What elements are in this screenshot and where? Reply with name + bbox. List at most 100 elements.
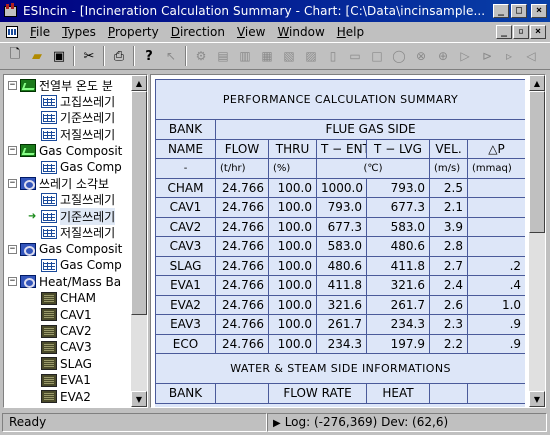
cell-thru: 100.0 (268, 255, 317, 276)
data-file-icon (41, 291, 57, 305)
cut-icon[interactable]: ✂ (78, 45, 100, 67)
data-file-icon (41, 308, 57, 322)
tree-item[interactable]: − Gas Composit (8, 143, 122, 159)
tree-item[interactable]: CHAM (28, 290, 96, 306)
table-row: CHAM 24.766 100.0 1000.0 793.0 2.5 (155, 177, 525, 198)
tree-item[interactable]: EVA2 (28, 389, 91, 405)
tree-item[interactable]: ➜ 기준쓰레기 (28, 207, 116, 225)
tree-item[interactable]: 저질쓰레기 (28, 126, 115, 142)
tree-item[interactable]: 저질쓰레기 (28, 225, 115, 241)
tree-item[interactable]: − Gas Composit (8, 241, 122, 257)
tree-scrollbar[interactable]: ▲ ▼ (131, 75, 147, 407)
component-icon[interactable]: ⊗ (410, 45, 432, 67)
component-icon[interactable]: ▧ (278, 45, 300, 67)
component-icon[interactable]: ▦ (256, 45, 278, 67)
water-flow-rate-header: FLOW RATE (268, 383, 367, 404)
menu-help[interactable]: Help (331, 25, 370, 39)
scroll-up-button[interactable]: ▲ (131, 75, 147, 91)
scroll-thumb[interactable] (529, 91, 545, 233)
table-row: ECO 24.766 100.0 234.3 197.9 2.2.9 (155, 333, 525, 354)
component-icon[interactable]: ⊕ (432, 45, 454, 67)
child-restore-button[interactable]: ▫ (513, 25, 529, 39)
menu-view[interactable]: View (231, 25, 271, 39)
component-icon[interactable]: ◁ (520, 45, 542, 67)
collapse-toggle-icon[interactable]: − (8, 80, 17, 90)
save-icon[interactable]: ▣ (48, 45, 70, 67)
collapse-toggle-icon[interactable]: − (8, 277, 17, 287)
collapse-toggle-icon[interactable]: − (8, 244, 17, 254)
component-icon[interactable]: ▷ (454, 45, 476, 67)
cell-name: CHAM (155, 177, 216, 198)
minimize-button[interactable]: _ (493, 4, 509, 18)
tree-item[interactable]: SLAG (28, 356, 92, 372)
tree-item[interactable]: 고집쓰레기 (28, 93, 115, 109)
tree-item[interactable]: EVA1 (28, 372, 91, 388)
water-bank-header: BANK (155, 383, 216, 404)
close-button[interactable]: × (531, 4, 547, 18)
menu-window[interactable]: Window (271, 25, 330, 39)
collapse-toggle-icon[interactable]: − (8, 146, 17, 156)
component-icon[interactable]: ⊳ (476, 45, 498, 67)
tree-item[interactable]: 고질쓰레기 (28, 192, 115, 208)
table-icon (41, 193, 57, 207)
menu-direction[interactable]: Direction (165, 25, 231, 39)
tree-item[interactable]: Gas Comp (28, 159, 122, 175)
cell-name: CAV3 (155, 236, 216, 257)
unit-dp: (mmaq) (466, 158, 525, 179)
new-file-icon[interactable]: 🗋 (4, 45, 26, 67)
tree-item[interactable]: − 쓰레기 소각보 (8, 175, 109, 191)
tree-item[interactable]: CAV1 (28, 307, 92, 323)
status-coordinates: ▶ Log: (-276,369) Dev: (62,6) (267, 413, 547, 432)
cell-name: EVA1 (155, 275, 216, 296)
scroll-down-button[interactable]: ▼ (529, 391, 545, 407)
component-icon[interactable]: ⚙ (190, 45, 212, 67)
scroll-down-button[interactable]: ▼ (131, 391, 147, 407)
component-icon[interactable]: ▨ (300, 45, 322, 67)
print-icon[interactable]: ⎙ (108, 45, 130, 67)
collapse-toggle-icon[interactable]: − (8, 178, 17, 188)
cell-tent: 321.6 (316, 294, 367, 315)
tree-item[interactable]: − 전열부 온도 분 (8, 77, 113, 93)
menu-property[interactable]: Property (102, 25, 165, 39)
component-icon[interactable]: □ (366, 45, 388, 67)
tree-item[interactable]: − Heat/Mass Ba (8, 274, 121, 290)
component-icon[interactable]: ▹ (498, 45, 520, 67)
component-icon[interactable]: ▯ (322, 45, 344, 67)
cell-vel: 3.9 (429, 216, 468, 237)
child-close-button[interactable]: × (530, 25, 546, 39)
cell-name: CAV2 (155, 216, 216, 237)
tree-item[interactable]: 기준쓰레기 (28, 110, 115, 126)
cell-name: SLAG (155, 255, 216, 276)
tree-view[interactable]: − 전열부 온도 분 고집쓰레기 기준쓰레기 저질쓰레기 − Gas Composit Gas… (3, 74, 148, 408)
open-folder-icon[interactable]: ▰ (26, 45, 48, 67)
component-icon[interactable]: ▭ (344, 45, 366, 67)
app-icon[interactable] (3, 3, 19, 19)
data-file-icon (41, 324, 57, 338)
help-icon[interactable]: ? (138, 45, 160, 67)
cell-flow: 24.766 (215, 294, 269, 315)
document-icon[interactable] (4, 24, 22, 40)
component-icon[interactable]: ▤ (212, 45, 234, 67)
cell-tent: 583.0 (316, 236, 367, 257)
tree-item[interactable]: CAV2 (28, 323, 92, 339)
component-icon[interactable]: ◯ (388, 45, 410, 67)
cell-tlvg: 197.9 (366, 333, 430, 354)
menu-types[interactable]: Types (56, 25, 102, 39)
chart-icon (20, 78, 36, 92)
tree-item-label: CAV1 (60, 307, 92, 322)
maximize-button[interactable]: □ (511, 4, 527, 18)
title-bar[interactable]: ESIncin - [Incineration Calculation Summ… (0, 0, 550, 22)
cell-tlvg: 411.8 (366, 255, 430, 276)
scroll-thumb[interactable] (131, 91, 147, 315)
pointer-icon[interactable]: ↖ (160, 45, 182, 67)
cell-tlvg: 793.0 (366, 177, 430, 198)
report-scrollbar[interactable]: ▲ ▼ (529, 75, 545, 407)
col-header-t-lvg: T − LVG (366, 138, 430, 159)
child-minimize-button[interactable]: _ (496, 25, 512, 39)
scroll-up-button[interactable]: ▲ (529, 75, 545, 91)
menu-file[interactable]: File (24, 25, 56, 39)
cell-tlvg: 321.6 (366, 275, 430, 296)
component-icon[interactable]: ▥ (234, 45, 256, 67)
tree-item[interactable]: CAV3 (28, 339, 92, 355)
tree-item[interactable]: Gas Comp (28, 257, 122, 273)
